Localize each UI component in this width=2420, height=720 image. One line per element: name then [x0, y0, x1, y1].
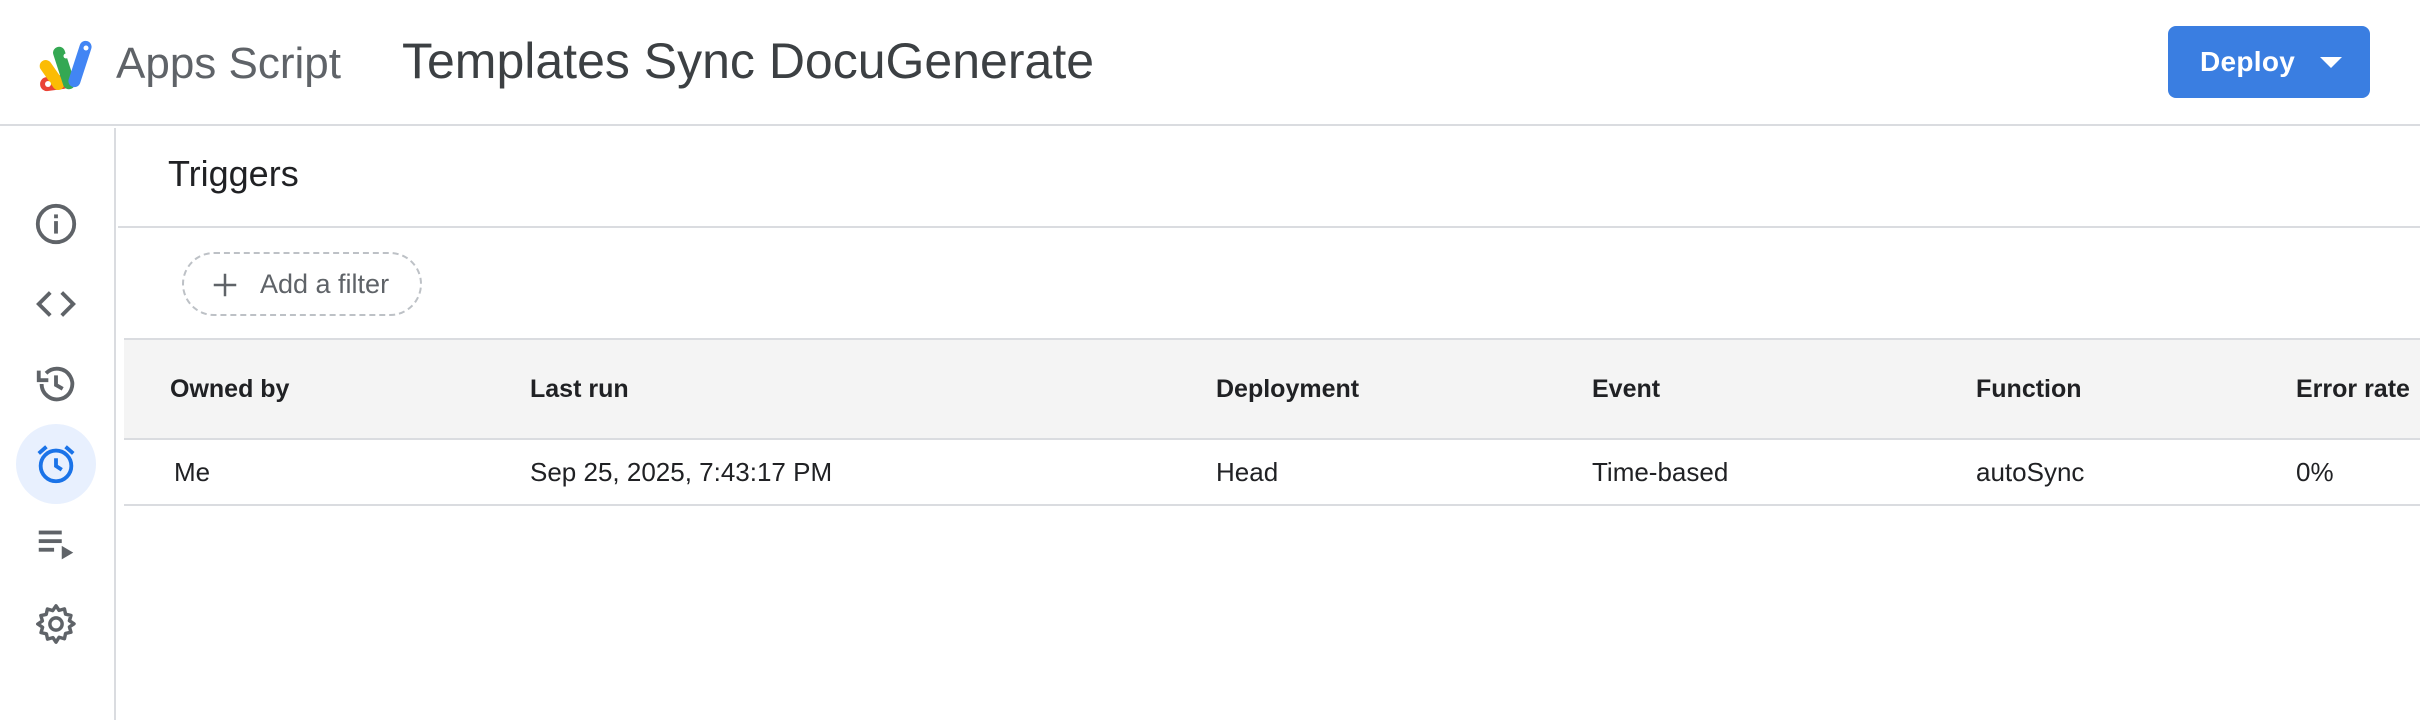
- plus-icon: [213, 273, 237, 297]
- gear-icon: [36, 604, 76, 644]
- column-header-function[interactable]: Function: [1976, 340, 2082, 438]
- deploy-button[interactable]: Deploy: [2168, 26, 2370, 98]
- cell-owned-by: Me: [174, 457, 211, 487]
- nav-executions[interactable]: [16, 504, 96, 584]
- divider: [118, 226, 2420, 228]
- nav-triggers[interactable]: [16, 424, 96, 504]
- info-icon: [35, 203, 77, 245]
- cell-function: autoSync: [1976, 457, 2085, 487]
- triggers-panel: Triggers Add a filter Owned by Last run …: [118, 128, 2420, 720]
- cell-error-rate: 0%: [2296, 457, 2334, 487]
- column-header-last-run[interactable]: Last run: [530, 340, 629, 438]
- column-header-deployment[interactable]: Deployment: [1216, 340, 1359, 438]
- add-filter-button[interactable]: Add a filter: [182, 252, 422, 316]
- triggers-table: Owned by Last run Deployment Event Funct…: [124, 338, 2420, 506]
- column-header-owned-by[interactable]: Owned by: [170, 340, 289, 438]
- nav-project-history[interactable]: [16, 344, 96, 424]
- column-header-error-rate[interactable]: Error rate: [2296, 340, 2410, 438]
- page-title: Triggers: [168, 153, 299, 194]
- project-title[interactable]: Templates Sync DocuGenerate: [402, 30, 1094, 92]
- nav-overview[interactable]: [16, 184, 96, 264]
- add-filter-label: Add a filter: [260, 269, 390, 299]
- column-header-event[interactable]: Event: [1592, 340, 1660, 438]
- cell-last-run: Sep 25, 2025, 7:43:17 PM: [530, 457, 833, 487]
- playlist-play-icon: [38, 530, 74, 560]
- cell-event: Time-based: [1592, 457, 1729, 487]
- nav-editor[interactable]: [16, 264, 96, 344]
- code-icon: [36, 291, 76, 317]
- table-header-row: Owned by Last run Deployment Event Funct…: [124, 338, 2420, 440]
- cell-deployment: Head: [1216, 457, 1279, 487]
- alarm-icon: [37, 445, 75, 484]
- top-app-bar: Apps Script Templates Sync DocuGenerate …: [0, 0, 2420, 126]
- arrow-drop-down-icon[interactable]: [2320, 57, 2342, 68]
- table-row[interactable]: Me Sep 25, 2025, 7:43:17 PM Head Time-ba…: [124, 440, 2420, 506]
- product-name[interactable]: Apps Script: [116, 36, 341, 92]
- history-icon: [36, 366, 75, 402]
- apps-script-logo-icon[interactable]: [36, 38, 106, 96]
- deploy-button-label: Deploy: [2200, 46, 2296, 77]
- side-nav-rail: [0, 128, 116, 720]
- nav-project-settings[interactable]: [16, 584, 96, 664]
